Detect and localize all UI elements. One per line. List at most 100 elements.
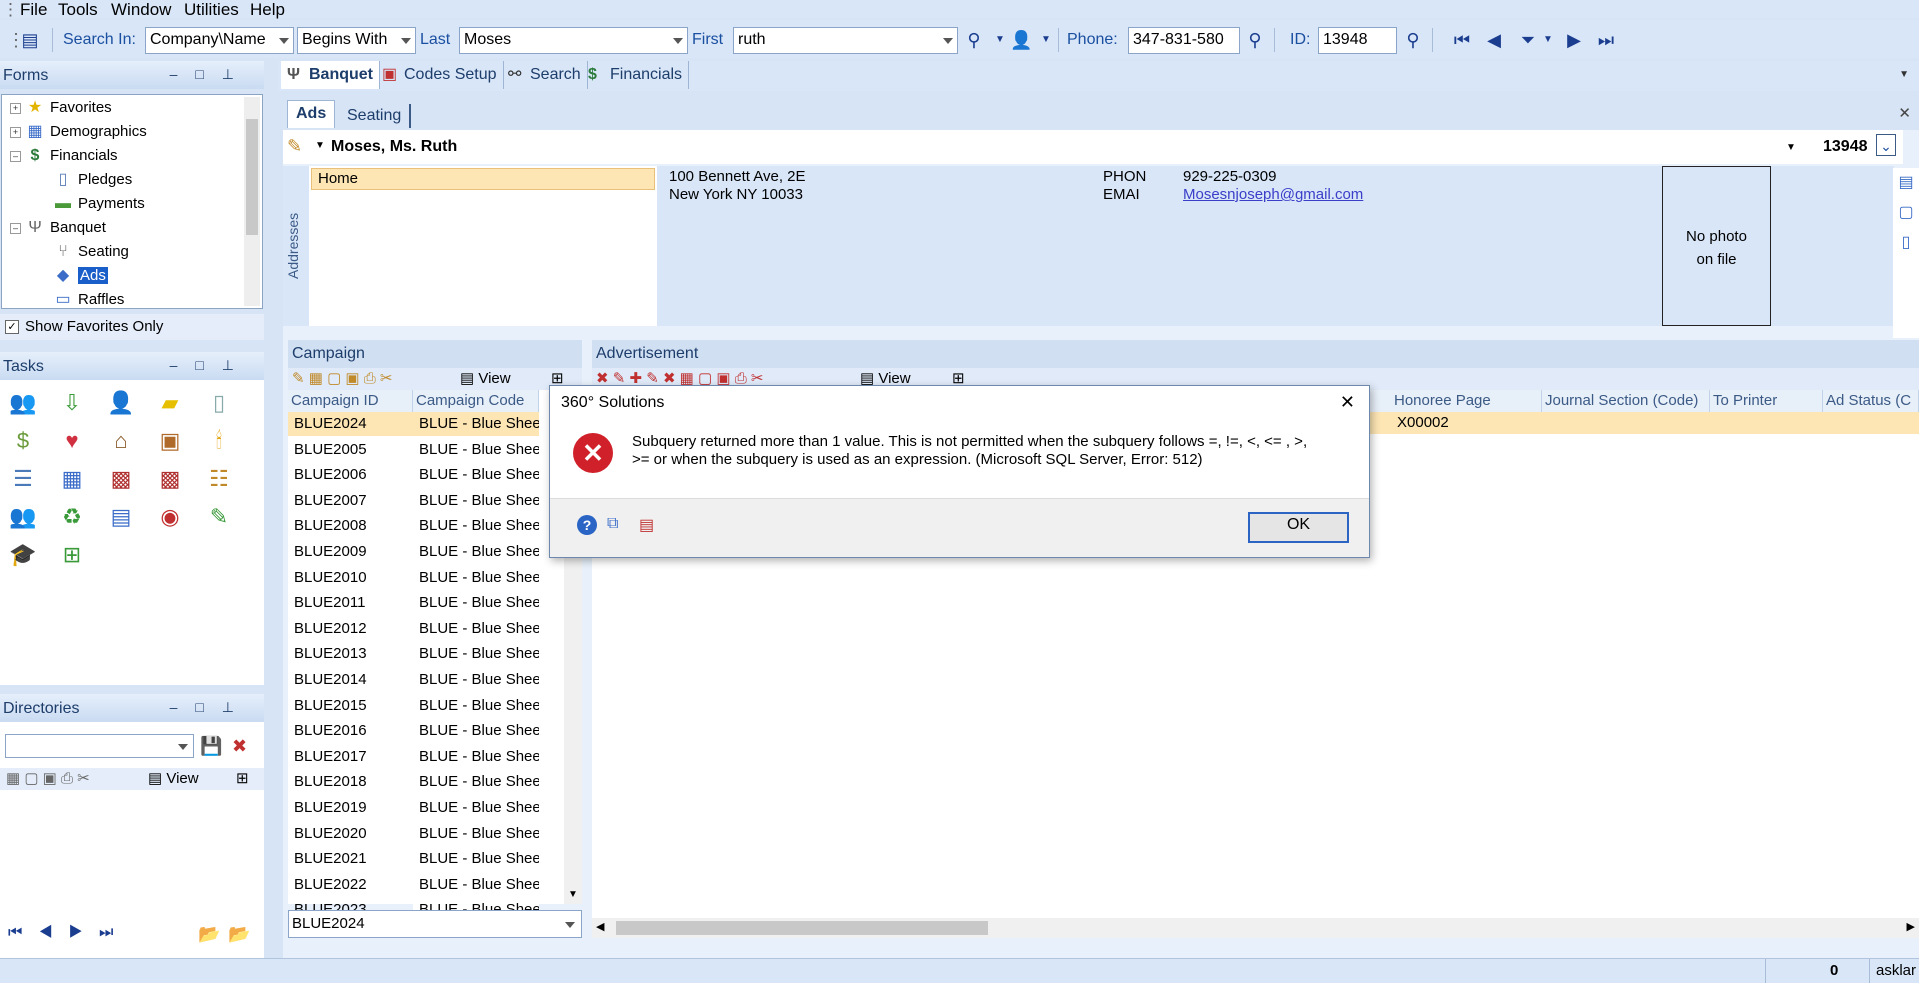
blank-document-icon[interactable]: ▯ [204, 388, 234, 418]
tree-item-seating[interactable]: ⑂ Seating [53, 241, 129, 263]
calendar-icon[interactable]: ▦ [57, 464, 87, 494]
cabinet-icon[interactable]: ▤ [106, 502, 136, 532]
dropdown-arrow-icon[interactable]: ▼ [315, 140, 325, 151]
advertisement-hscrollbar[interactable]: ◀ ▶ [592, 918, 1919, 938]
menu-utilities[interactable]: Utilities [184, 0, 239, 20]
tree-item-demographics[interactable]: + ▦ Demographics [10, 121, 147, 143]
photo-placeholder[interactable]: No photo on file [1662, 166, 1771, 326]
tab-seating[interactable]: Seating [339, 104, 412, 128]
col-ad-status[interactable]: Ad Status (C [1823, 390, 1919, 412]
search-icon[interactable]: ⚲ [964, 30, 984, 50]
previous-record-icon[interactable]: ◀ [1484, 30, 1504, 50]
first-name-input[interactable]: ruth [733, 27, 958, 54]
users-list-icon[interactable]: ☰ [8, 464, 38, 494]
table-row[interactable]: BLUE2021 BLUE - Blue Shee [288, 847, 539, 871]
show-favorites-checkbox[interactable]: ✓ [5, 320, 19, 335]
tab-ads[interactable]: Ads [287, 100, 336, 128]
table-row[interactable]: BLUE2007 BLUE - Blue Shee [288, 489, 539, 513]
dropdown-arrow-icon[interactable]: ▼ [1036, 30, 1056, 50]
stump-icon[interactable]: ▣ [155, 426, 185, 456]
table-row[interactable]: BLUE2024 BLUE - Blue Shee [288, 412, 539, 436]
directory-select[interactable] [5, 734, 194, 758]
add-sheet-icon[interactable]: ⊞ [57, 540, 87, 570]
forms-tree-scrollbar[interactable] [244, 97, 260, 306]
grid-icon[interactable]: ⊞ [236, 768, 249, 790]
dropdown-arrow-icon[interactable]: ▼ [1538, 30, 1558, 50]
dialog-close-icon[interactable]: ✕ [1340, 392, 1355, 413]
campaign-view-button[interactable]: ▤ View [460, 368, 511, 390]
edit-icon[interactable]: ✎ [204, 502, 234, 532]
note-icon[interactable]: ▰ [155, 388, 185, 418]
table-row[interactable]: BLUE2012 BLUE - Blue Shee [288, 617, 539, 641]
add-person-icon[interactable]: 👤 [1010, 30, 1032, 50]
tab-banquet[interactable]: Ψ Banquet [281, 61, 380, 89]
tree-item-pledges[interactable]: ▯ Pledges [53, 169, 133, 191]
table-row[interactable]: BLUE2011 BLUE - Blue Shee [288, 591, 539, 615]
edit-contact-icon[interactable]: ✎ [287, 136, 302, 157]
id-search-icon[interactable]: ⚲ [1403, 30, 1423, 50]
tab-codes-setup[interactable]: ▣ Codes Setup [376, 61, 504, 89]
tree-item-ads[interactable]: ◆ Ads [53, 265, 108, 287]
table-row[interactable]: BLUE2019 BLUE - Blue Shee [288, 796, 539, 820]
col-campaign-code[interactable]: Campaign Code [413, 390, 539, 412]
table-row[interactable]: BLUE2020 BLUE - Blue Shee [288, 822, 539, 846]
table-row[interactable]: BLUE2013 BLUE - Blue Shee [288, 642, 539, 666]
dropdown-arrow-icon[interactable]: ▼ [990, 30, 1010, 50]
col-journal-section[interactable]: Journal Section (Code) [1542, 390, 1710, 412]
delete-icon[interactable]: ✖ [232, 736, 247, 757]
tree-item-favorites[interactable]: + ★ Favorites [10, 97, 112, 119]
id-input[interactable]: 13948 [1318, 27, 1397, 54]
add-contact-icon[interactable]: 👥 [8, 388, 38, 418]
tab-financials[interactable]: $ Financials [582, 61, 690, 89]
gift-alt-icon[interactable]: ▩ [155, 464, 185, 494]
layout-icon[interactable]: ▤ [20, 30, 40, 50]
recycle-icon[interactable]: ♻ [57, 502, 87, 532]
help-icon[interactable]: ? [577, 515, 597, 535]
col-to-printer[interactable]: To Printer [1710, 390, 1823, 412]
search-in-select[interactable]: Company\Name [145, 27, 294, 54]
scroll-left-icon[interactable]: ◀ [596, 920, 604, 933]
last-record-icon[interactable]: ⏭ [1596, 30, 1616, 50]
people-icon[interactable]: 👤 [106, 388, 136, 418]
payment-icon[interactable]: $ [8, 426, 38, 456]
table-row[interactable]: BLUE2016 BLUE - Blue Shee [288, 719, 539, 743]
tree-item-payments[interactable]: ▬ Payments [53, 193, 145, 215]
campaign-select[interactable]: BLUE2024 [288, 910, 582, 938]
table-row[interactable]: BLUE2017 BLUE - Blue Shee [288, 745, 539, 769]
next-record-icon[interactable]: ▶ [1564, 30, 1584, 50]
contacts-icon[interactable]: 👥 [8, 502, 38, 532]
table-row[interactable]: BLUE2008 BLUE - Blue Shee [288, 514, 539, 538]
details-icon[interactable]: ▤ [639, 515, 654, 535]
side-icons[interactable]: ▤ ▢ ▯ [1893, 168, 1919, 338]
col-honoree-page[interactable]: Honoree Page [1391, 390, 1542, 412]
panel-controls[interactable]: –□⊥ [170, 699, 252, 716]
menu-tools[interactable]: Tools [58, 0, 98, 20]
expand-icon[interactable]: ⌄ [1876, 134, 1896, 156]
tab-menu-arrow-icon[interactable]: ▼ [1899, 69, 1909, 80]
heart-icon[interactable]: ♥ [57, 426, 87, 456]
contact-email-link[interactable]: Mosesnjoseph@gmail.com [1183, 186, 1363, 203]
directory-nav-icons[interactable]: ⏮◀▶⏭ [8, 924, 129, 942]
tree-item-banquet[interactable]: – Ψ Banquet [10, 217, 106, 239]
close-icon[interactable]: ✕ [1898, 104, 1911, 122]
table-row[interactable]: BLUE2014 BLUE - Blue Shee [288, 668, 539, 692]
view-button[interactable]: ▤ View [148, 768, 199, 790]
table-row[interactable]: BLUE2009 BLUE - Blue Shee [288, 540, 539, 564]
folder-icons[interactable]: 📂📂 [198, 924, 259, 945]
phone-search-icon[interactable]: ⚲ [1245, 30, 1265, 50]
table-row[interactable]: BLUE2018 BLUE - Blue Shee [288, 770, 539, 794]
first-record-icon[interactable]: ⏮ [1452, 30, 1472, 50]
ok-button[interactable]: OK [1248, 512, 1349, 543]
tab-search[interactable]: ⚯ Search [502, 61, 588, 89]
toolbar-icons[interactable]: ▦ ▢ ▣ ⎙ ✂ [6, 768, 90, 790]
house-icon[interactable]: ⌂ [106, 426, 136, 456]
table-row[interactable]: BLUE2010 BLUE - Blue Shee [288, 566, 539, 590]
import-icon[interactable]: ⇩ [57, 388, 87, 418]
scroll-right-icon[interactable]: ▶ [1907, 920, 1915, 933]
menu-file[interactable]: File [20, 0, 47, 20]
table-row[interactable]: BLUE2006 BLUE - Blue Shee [288, 463, 539, 487]
scrollbar-thumb[interactable] [246, 119, 258, 235]
menu-help[interactable]: Help [250, 0, 285, 20]
last-name-input[interactable]: Moses [459, 27, 688, 54]
panel-controls[interactable]: –□⊥ [170, 66, 252, 83]
